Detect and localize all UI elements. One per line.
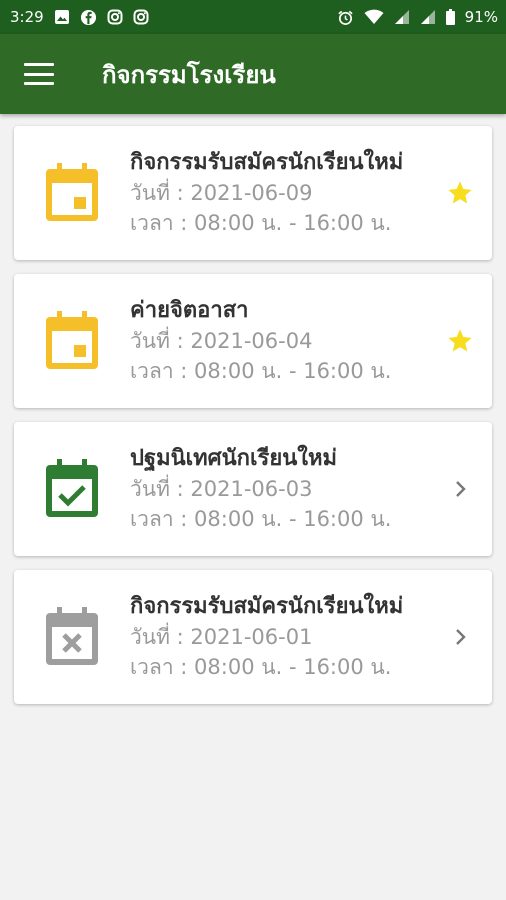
event-title: กิจกรรมรับสมัครนักเรียนใหม่ <box>130 150 404 175</box>
calendar-remove-icon <box>44 607 100 667</box>
wifi-icon <box>364 9 384 25</box>
chevron-right-icon[interactable] <box>442 479 478 499</box>
instagram-notification-icon <box>107 9 123 25</box>
status-bar-left: 3:29 <box>10 8 149 26</box>
menu-icon[interactable] <box>24 63 54 85</box>
event-time: เวลา : 08:00 น. - 16:00 น. <box>130 211 392 235</box>
event-title: ปฐมนิเทศนักเรียนใหม่ <box>130 446 338 471</box>
cell-signal-icon <box>394 9 410 25</box>
calendar-icon <box>44 163 100 223</box>
event-time: เวลา : 08:00 น. - 16:00 น. <box>130 655 392 679</box>
event-info: ค่ายจิตอาสา วันที่ : 2021-06-04 เวลา : 0… <box>130 296 442 386</box>
event-date: วันที่ : 2021-06-01 <box>130 625 313 649</box>
battery-icon <box>445 9 455 25</box>
chevron-right-icon[interactable] <box>442 627 478 647</box>
star-icon[interactable] <box>442 327 478 355</box>
status-time: 3:29 <box>10 8 44 26</box>
event-info: กิจกรรมรับสมัครนักเรียนใหม่ วันที่ : 202… <box>130 592 442 682</box>
battery-percent: 91% <box>464 8 498 26</box>
event-title: กิจกรรมรับสมัครนักเรียนใหม่ <box>130 594 404 619</box>
event-info: ปฐมนิเทศนักเรียนใหม่ วันที่ : 2021-06-03… <box>130 444 442 534</box>
event-time: เวลา : 08:00 น. - 16:00 น. <box>130 507 392 531</box>
alarm-icon <box>337 9 354 26</box>
image-notification-icon <box>54 9 70 25</box>
instagram-notification-icon-2 <box>133 9 149 25</box>
calendar-icon <box>44 311 100 371</box>
event-card[interactable]: กิจกรรมรับสมัครนักเรียนใหม่ วันที่ : 202… <box>14 570 492 704</box>
app-bar: กิจกรรมโรงเรียน <box>0 34 506 114</box>
event-card[interactable]: ค่ายจิตอาสา วันที่ : 2021-06-04 เวลา : 0… <box>14 274 492 408</box>
event-card[interactable]: ปฐมนิเทศนักเรียนใหม่ วันที่ : 2021-06-03… <box>14 422 492 556</box>
status-bar-right: 91% <box>337 8 498 26</box>
event-info: กิจกรรมรับสมัครนักเรียนใหม่ วันที่ : 202… <box>130 148 442 238</box>
page-title: กิจกรรมโรงเรียน <box>102 60 276 89</box>
cell-signal-icon-2 <box>420 9 436 25</box>
event-date: วันที่ : 2021-06-03 <box>130 477 313 501</box>
event-time: เวลา : 08:00 น. - 16:00 น. <box>130 359 392 383</box>
star-icon[interactable] <box>442 179 478 207</box>
status-bar: 3:29 91% <box>0 0 506 34</box>
event-title: ค่ายจิตอาสา <box>130 298 249 323</box>
facebook-notification-icon <box>80 9 97 26</box>
event-card[interactable]: กิจกรรมรับสมัครนักเรียนใหม่ วันที่ : 202… <box>14 126 492 260</box>
event-list: กิจกรรมรับสมัครนักเรียนใหม่ วันที่ : 202… <box>0 114 506 730</box>
event-date: วันที่ : 2021-06-09 <box>130 181 313 205</box>
event-date: วันที่ : 2021-06-04 <box>130 329 313 353</box>
calendar-check-icon <box>44 459 100 519</box>
